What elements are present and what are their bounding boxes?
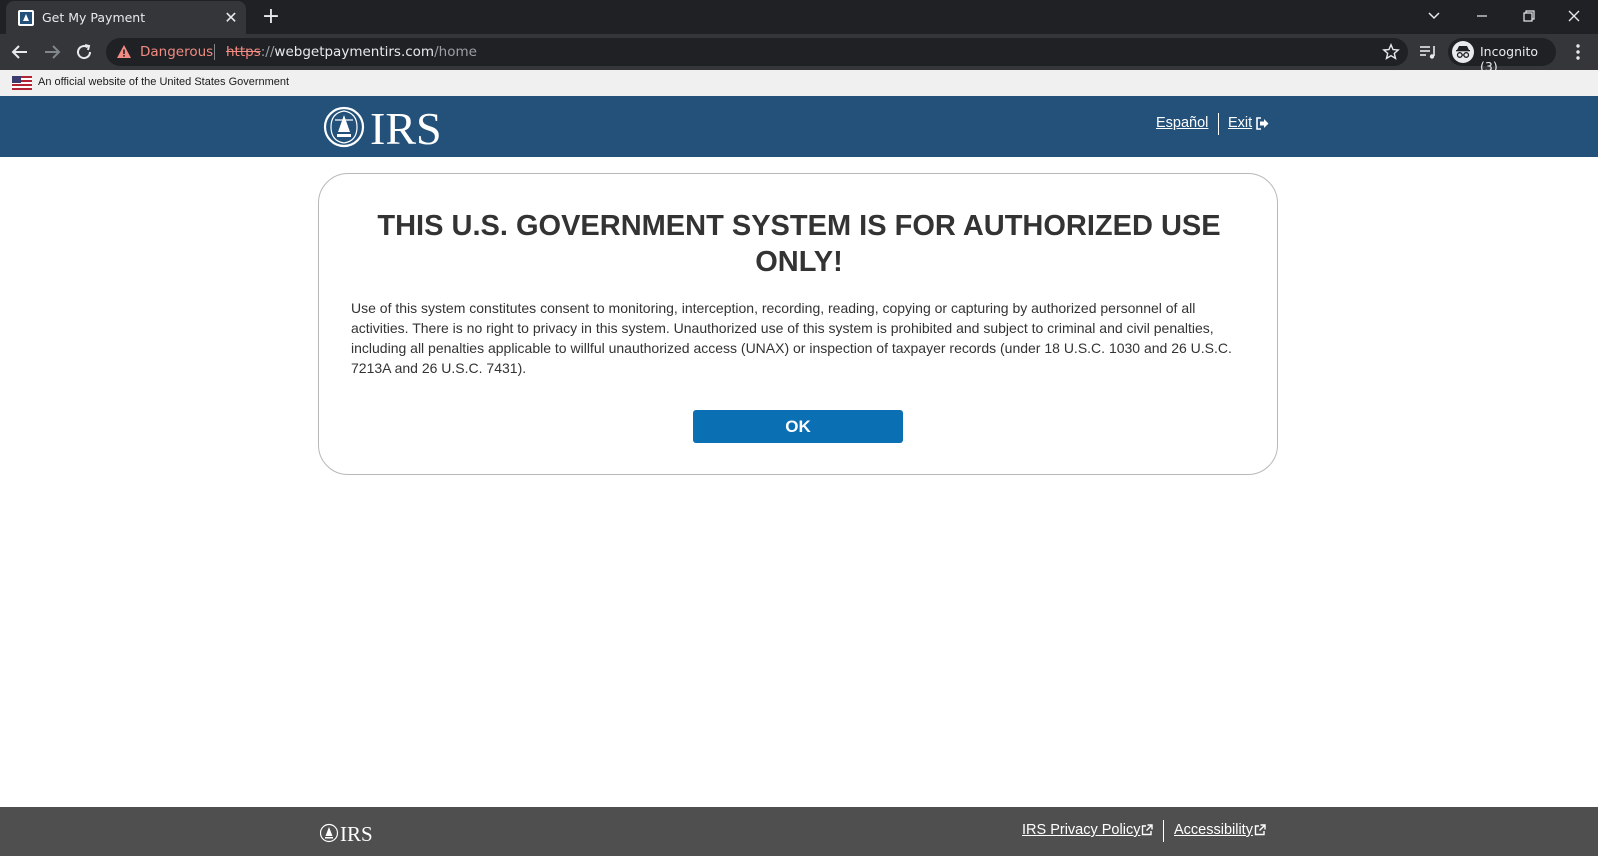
- footer-logo-text: IRS: [340, 822, 373, 844]
- url-text[interactable]: https://webgetpaymentirs.com/home: [226, 44, 477, 60]
- warning-icon[interactable]: [116, 44, 132, 60]
- header-divider: [1218, 113, 1219, 135]
- star-icon[interactable]: [1382, 43, 1400, 61]
- exit-link[interactable]: Exit: [1228, 115, 1252, 131]
- privacy-policy-link[interactable]: IRS Privacy Policy: [1022, 822, 1140, 838]
- restore-icon[interactable]: [1508, 2, 1548, 30]
- address-bar[interactable]: Dangerous https://webgetpaymentirs.com/h…: [106, 38, 1408, 66]
- espanol-link[interactable]: Español: [1156, 115, 1208, 131]
- authorized-use-dialog: THIS U.S. GOVERNMENT SYSTEM IS FOR AUTHO…: [318, 173, 1278, 475]
- new-tab-icon[interactable]: +: [259, 5, 283, 29]
- security-status[interactable]: Dangerous: [140, 44, 213, 60]
- browser-tab[interactable]: Get My Payment ✕: [6, 1, 246, 34]
- external-link-icon: [1141, 824, 1153, 836]
- tab-close-icon[interactable]: ✕: [222, 9, 240, 27]
- tab-title: Get My Payment: [42, 10, 146, 25]
- back-icon[interactable]: [8, 40, 32, 64]
- gov-banner: An official website of the United States…: [0, 70, 1598, 96]
- dialog-body: Use of this system constitutes consent t…: [351, 300, 1232, 376]
- ok-button[interactable]: OK: [693, 410, 903, 443]
- forward-icon[interactable]: [40, 40, 64, 64]
- irs-logo[interactable]: IRS: [322, 104, 462, 150]
- tab-search-icon[interactable]: [1414, 2, 1454, 30]
- close-icon[interactable]: [1554, 2, 1594, 30]
- gov-banner-text: An official website of the United States…: [38, 76, 290, 88]
- url-host: webgetpaymentirs.com: [274, 44, 435, 60]
- external-link-icon: [1254, 824, 1266, 836]
- menu-icon[interactable]: [1568, 42, 1588, 62]
- footer-irs-logo: IRS: [320, 822, 373, 844]
- omnibox-divider: [214, 44, 215, 60]
- accessibility-link[interactable]: Accessibility: [1174, 822, 1253, 838]
- incognito-icon: [1452, 41, 1474, 63]
- incognito-profile-button[interactable]: Incognito (3): [1448, 38, 1556, 74]
- url-scheme: https: [226, 44, 261, 60]
- irs-favicon-icon: [18, 10, 34, 26]
- exit-icon[interactable]: [1256, 117, 1269, 130]
- us-flag-icon: [12, 76, 32, 90]
- browser-toolbar: Dangerous https://webgetpaymentirs.com/h…: [0, 34, 1598, 74]
- dialog-title: THIS U.S. GOVERNMENT SYSTEM IS FOR AUTHO…: [377, 210, 1221, 278]
- footer-divider: [1163, 820, 1164, 842]
- irs-logo-text: IRS: [370, 104, 442, 150]
- url-path: /home: [434, 44, 477, 60]
- url-separator: ://: [260, 44, 275, 60]
- page-footer: IRS IRS Privacy Policy Accessibility: [0, 807, 1598, 856]
- reload-icon[interactable]: [72, 40, 96, 64]
- irs-header: IRS Español Exit: [0, 96, 1598, 157]
- browser-titlebar: Get My Payment ✕ +: [0, 0, 1598, 34]
- reading-list-icon[interactable]: [1418, 42, 1438, 62]
- minimize-icon[interactable]: [1462, 2, 1502, 30]
